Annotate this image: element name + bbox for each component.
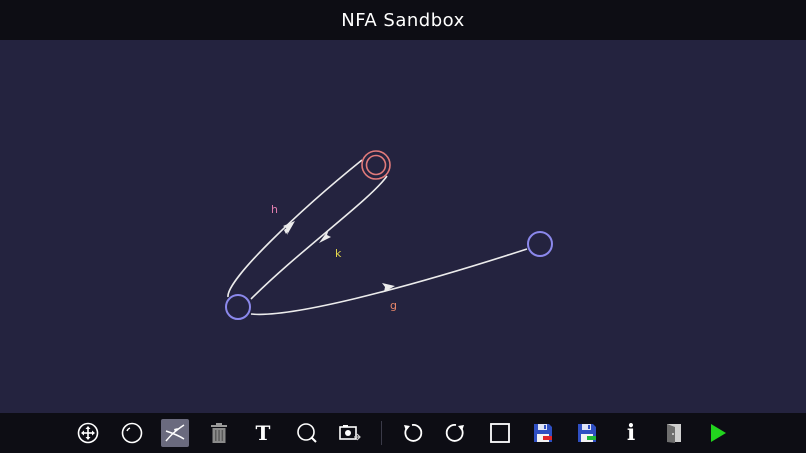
delete-tool[interactable]	[205, 419, 233, 447]
redo-icon	[445, 424, 464, 442]
save-button[interactable]	[529, 419, 557, 447]
transition-k-label: k	[335, 247, 342, 260]
new-button[interactable]	[486, 419, 514, 447]
text-icon: T	[255, 421, 271, 445]
exit-button[interactable]	[660, 419, 688, 447]
title-bar: NFA Sandbox	[0, 0, 806, 40]
transition-g-path[interactable]	[250, 248, 528, 316]
save-icon	[534, 424, 552, 442]
transition-h-path[interactable]	[227, 159, 363, 298]
state-q1-inner	[365, 154, 387, 176]
circle-icon	[121, 422, 143, 444]
transition-g-label: g	[390, 299, 397, 312]
toolbar-separator	[381, 421, 382, 445]
undo-icon	[404, 424, 423, 442]
move-icon	[77, 422, 99, 444]
info-icon: i	[626, 420, 636, 446]
redo-button[interactable]	[442, 419, 470, 447]
move-tool[interactable]	[74, 419, 102, 447]
state-q1-accepting[interactable]	[361, 150, 391, 180]
app-title: NFA Sandbox	[341, 9, 465, 31]
run-button[interactable]	[704, 419, 732, 447]
bottom-toolbar: T i	[0, 413, 806, 453]
add-transition-tool[interactable]	[161, 419, 189, 447]
play-icon	[711, 424, 726, 442]
transition-g[interactable]: g	[250, 248, 528, 316]
door-icon	[667, 424, 681, 443]
transition-icon	[165, 424, 185, 442]
transition-k-path[interactable]	[250, 175, 388, 300]
automaton-graph[interactable]: h k g	[0, 40, 806, 413]
automaton-canvas[interactable]: h k g	[0, 40, 806, 413]
transition-h-label: h	[271, 203, 278, 216]
screenshot-tool[interactable]	[336, 419, 364, 447]
info-button[interactable]: i	[617, 419, 645, 447]
camera-icon	[339, 425, 361, 441]
transition-k[interactable]: k	[250, 175, 388, 300]
blank-page-icon	[490, 423, 510, 443]
zoom-icon	[297, 423, 317, 443]
undo-button[interactable]	[398, 419, 426, 447]
trash-icon	[211, 423, 227, 443]
state-q0[interactable]	[225, 294, 251, 320]
text-tool[interactable]: T	[249, 419, 277, 447]
load-button[interactable]	[573, 419, 601, 447]
state-q2[interactable]	[527, 231, 553, 257]
add-state-tool[interactable]	[118, 419, 146, 447]
zoom-tool[interactable]	[293, 419, 321, 447]
load-icon	[578, 424, 596, 442]
transition-h[interactable]: h	[227, 159, 363, 298]
